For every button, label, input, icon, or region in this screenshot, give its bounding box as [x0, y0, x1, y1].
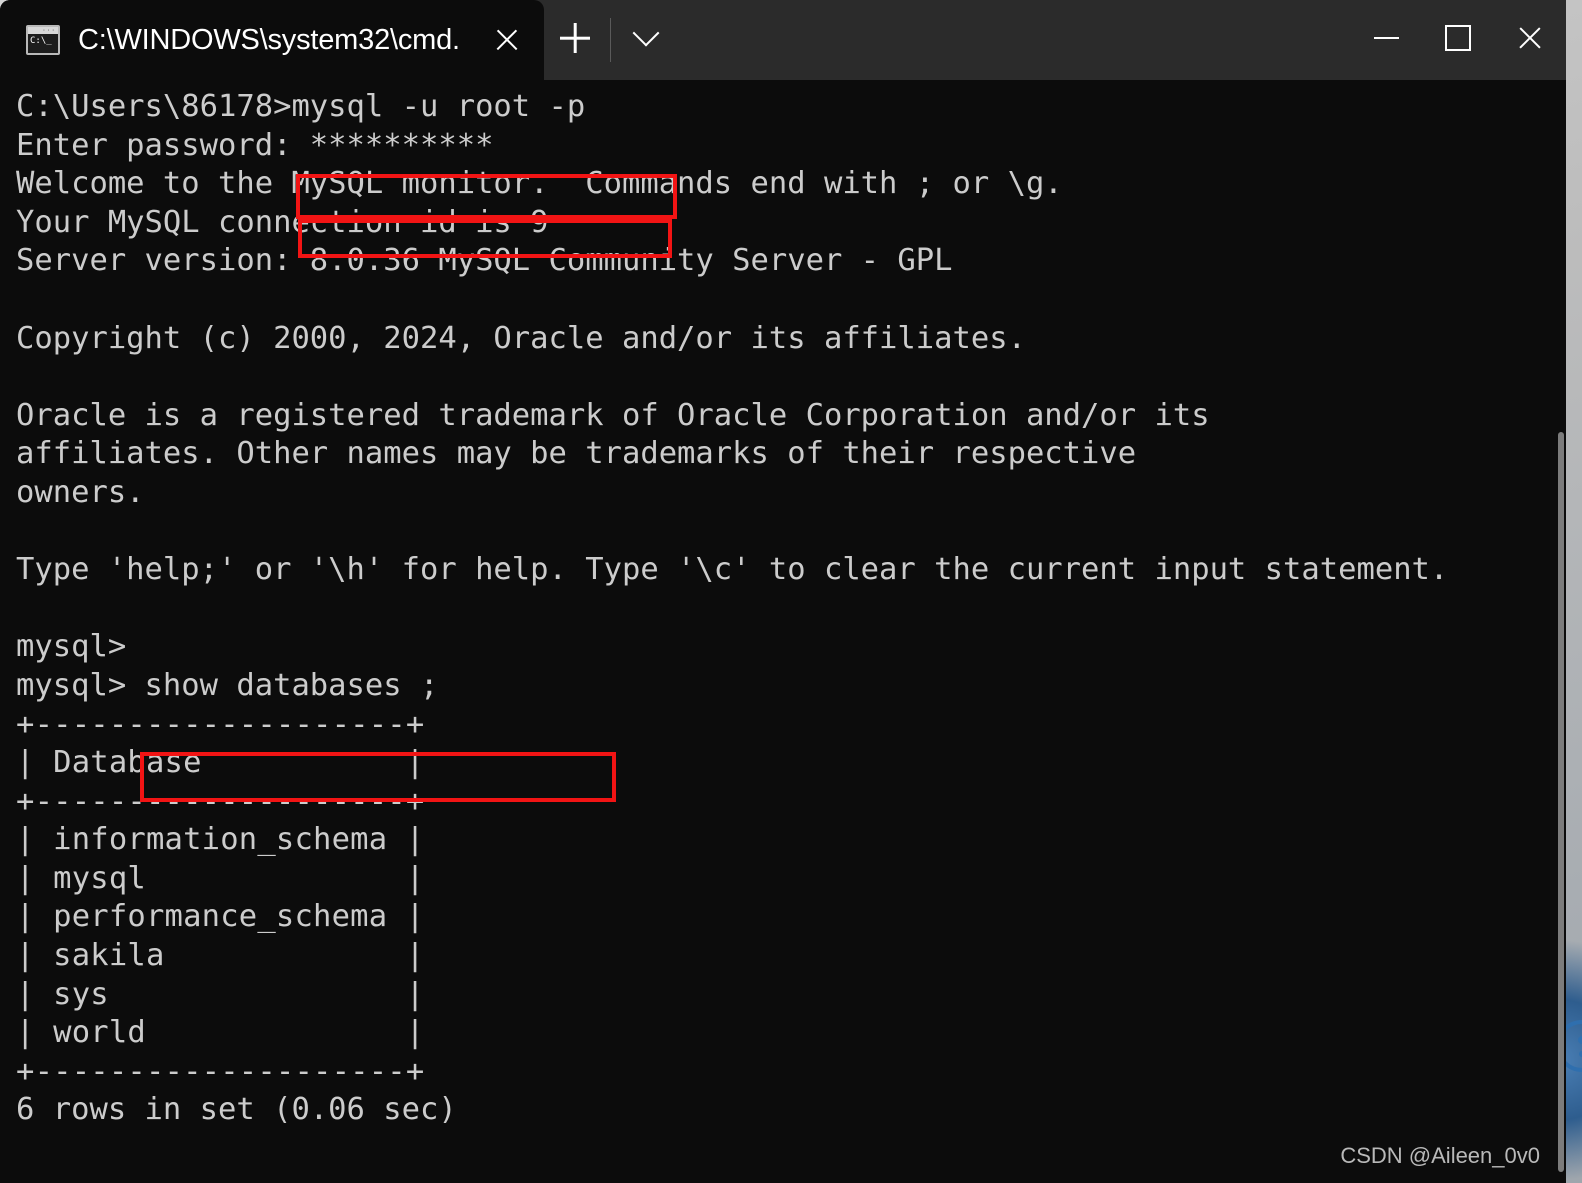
terminal-line: | world | — [16, 1015, 425, 1051]
terminal-line: Welcome to the MySQL monitor. Commands e… — [16, 166, 1063, 202]
terminal-line: | information_schema | — [16, 822, 425, 858]
cmd-icon-text: C:\_ — [30, 36, 52, 46]
terminal-line: affiliates. Other names may be trademark… — [16, 436, 1137, 472]
watermark: CSDN @Aileen_0v0 — [1340, 1143, 1540, 1168]
toolbar-divider — [609, 18, 611, 62]
tab-title: C:\WINDOWS\system32\cmd. — [78, 23, 460, 56]
terminal-line: | mysql | — [16, 860, 425, 896]
tab-dropdown-button[interactable] — [615, 0, 677, 80]
tab-strip: ··· C:\_ C:\WINDOWS\system32\cmd. — [0, 0, 677, 80]
scrollbar-thumb[interactable] — [1558, 432, 1564, 1172]
terminal-line: mysql> — [16, 629, 127, 665]
cmd-icon-dots: ··· — [42, 27, 56, 34]
terminal-line: Oracle is a registered trademark of Orac… — [16, 397, 1210, 433]
terminal-line: Enter password: ********** — [16, 127, 494, 163]
terminal-line: Type 'help;' or '\h' for help. Type '\c'… — [16, 552, 1449, 588]
tab-close-icon[interactable] — [484, 17, 530, 63]
terminal-line: C:\Users\86178>mysql -u root -p — [16, 89, 586, 124]
terminal-line: +--------------------+ — [16, 1053, 425, 1089]
terminal-line: | sakila | — [16, 938, 425, 974]
terminal-line: | Database | — [16, 745, 425, 781]
terminal-output[interactable]: C:\Users\86178>mysql -u root -p Enter pa… — [0, 80, 1566, 1183]
terminal-scrollbar[interactable] — [1558, 80, 1564, 1183]
terminal-line: | performance_schema | — [16, 899, 425, 935]
terminal-line: +--------------------+ — [16, 783, 425, 819]
minimize-button[interactable] — [1350, 0, 1422, 76]
terminal-line: 6 rows in set (0.06 sec) — [16, 1092, 457, 1128]
terminal-line: owners. — [16, 474, 145, 510]
terminal-line: Copyright (c) 2000, 2024, Oracle and/or … — [16, 320, 1026, 356]
terminal-line: Server version: 8.0.36 MySQL Community S… — [16, 243, 953, 279]
title-bar: ··· C:\_ C:\WINDOWS\system32\cmd. — [0, 0, 1566, 80]
terminal-line: +--------------------+ — [16, 706, 425, 742]
terminal-window: ··· C:\_ C:\WINDOWS\system32\cmd. C:\Use… — [0, 0, 1566, 1183]
window-controls — [1350, 0, 1566, 80]
tab-cmd[interactable]: ··· C:\_ C:\WINDOWS\system32\cmd. — [0, 0, 544, 80]
close-window-button[interactable] — [1494, 0, 1566, 76]
terminal-line: | sys | — [16, 976, 425, 1012]
maximize-button[interactable] — [1422, 0, 1494, 76]
new-tab-button[interactable] — [544, 0, 606, 80]
terminal-line: mysql> show databases ; — [16, 667, 439, 703]
terminal-line: Your MySQL connection id is 9 — [16, 204, 549, 240]
cmd-icon: ··· C:\_ — [26, 25, 60, 55]
